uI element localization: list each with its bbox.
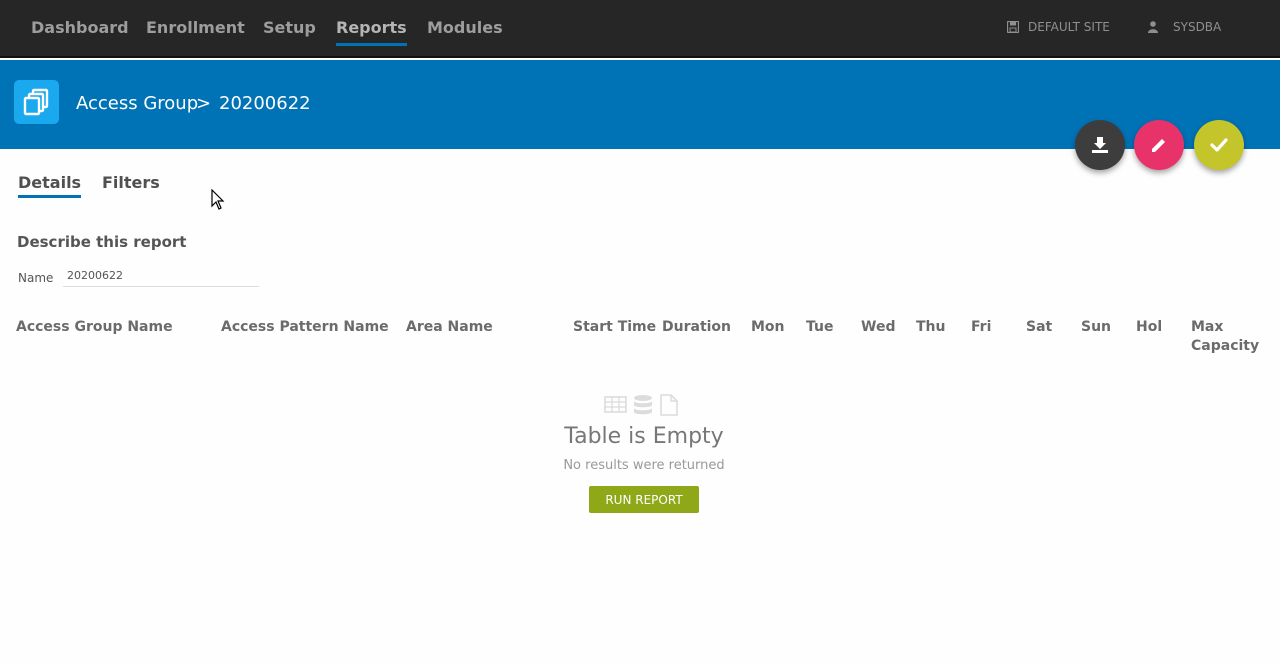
nav-setup[interactable]: Setup xyxy=(263,18,316,38)
nav-reports[interactable]: Reports xyxy=(336,18,407,46)
checkmark-icon xyxy=(1210,138,1228,152)
file-icon xyxy=(660,394,678,416)
table-icon xyxy=(604,396,627,413)
column-header[interactable]: Duration xyxy=(662,318,731,337)
user-menu[interactable]: SYSDBA xyxy=(1148,19,1221,35)
mouse-pointer-icon xyxy=(211,189,225,210)
breadcrumb-separator: > xyxy=(196,93,212,114)
empty-state-subtitle: No results were returned xyxy=(563,458,725,473)
column-header[interactable]: Mon xyxy=(751,318,785,337)
site-selector[interactable]: DEFAULT SITE xyxy=(1007,19,1110,35)
tab-details[interactable]: Details xyxy=(18,173,82,198)
edit-button[interactable] xyxy=(1134,120,1184,170)
user-icon xyxy=(1148,21,1158,33)
column-header[interactable]: Access Pattern Name xyxy=(221,318,389,337)
column-header[interactable]: Sun xyxy=(1081,318,1111,337)
confirm-button[interactable] xyxy=(1194,120,1244,170)
column-header[interactable]: Thu xyxy=(916,318,945,337)
user-name: SYSDBA xyxy=(1173,20,1222,34)
column-header[interactable]: Tue xyxy=(806,318,833,337)
nav-modules[interactable]: Modules xyxy=(427,18,503,38)
column-header[interactable]: Wed xyxy=(861,318,895,337)
download-icon xyxy=(1092,137,1108,153)
breadcrumb-parent[interactable]: Access Group xyxy=(76,93,198,115)
pencil-icon xyxy=(1152,139,1165,152)
tab-filters[interactable]: Filters xyxy=(102,173,160,193)
column-header[interactable]: Start Time xyxy=(573,318,656,337)
empty-state-icons xyxy=(604,394,679,416)
top-navbar: Dashboard Enrollment Setup Reports Modul… xyxy=(0,0,1280,58)
column-header[interactable]: Access Group Name xyxy=(16,318,173,337)
column-header[interactable]: Fri xyxy=(971,318,991,337)
column-header[interactable]: Capacity xyxy=(1191,337,1259,356)
report-copy-icon xyxy=(14,80,59,124)
nav-enrollment[interactable]: Enrollment xyxy=(146,18,245,38)
empty-state-title: Table is Empty xyxy=(564,424,724,449)
column-header[interactable]: Sat xyxy=(1026,318,1052,337)
name-field[interactable] xyxy=(63,265,259,287)
nav-dashboard[interactable]: Dashboard xyxy=(31,18,129,38)
column-header[interactable]: Max xyxy=(1191,318,1223,337)
site-name: DEFAULT SITE xyxy=(1028,20,1110,34)
section-title: Describe this report xyxy=(17,233,187,251)
breadcrumb-current: 20200622 xyxy=(219,93,311,114)
floppy-disk-icon xyxy=(1007,21,1019,33)
column-header[interactable]: Hol xyxy=(1136,318,1162,337)
database-icon xyxy=(634,395,652,415)
column-header[interactable]: Area Name xyxy=(406,318,493,337)
run-report-button[interactable]: RUN REPORT xyxy=(589,486,699,513)
name-label: Name xyxy=(18,271,54,285)
download-button[interactable] xyxy=(1075,120,1125,170)
